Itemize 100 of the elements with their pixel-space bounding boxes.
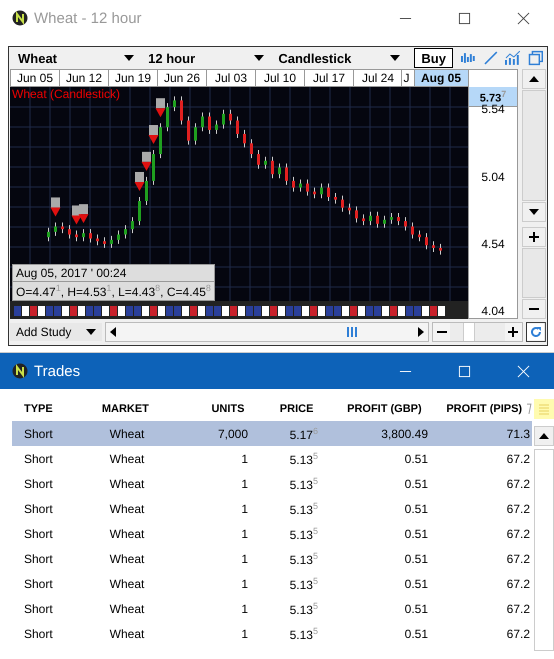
table-cell-text: 1 bbox=[240, 526, 249, 540]
trade-row[interactable]: Short Wheat 7,000 5.17$^{6}$ 3,800.49 71.3 bbox=[12, 421, 532, 446]
add-study-dropdown[interactable]: Add Study bbox=[10, 323, 102, 341]
time-scrollbar[interactable] bbox=[104, 322, 429, 342]
candlestick bbox=[376, 211, 379, 228]
scroll-down-button[interactable] bbox=[522, 202, 546, 222]
price-tick: 4.54 bbox=[480, 236, 506, 251]
candlestick bbox=[47, 227, 50, 242]
table-cell-text: Wheat bbox=[108, 626, 146, 640]
plus-icon[interactable] bbox=[508, 327, 518, 337]
candlestick bbox=[187, 116, 190, 146]
zoom-slider[interactable] bbox=[450, 323, 506, 341]
date-label: Jun 19 bbox=[108, 70, 157, 86]
date-label: Jul 03 bbox=[206, 70, 255, 86]
table-cell-text: Wheat bbox=[108, 452, 146, 466]
buy-button[interactable]: Buy bbox=[414, 48, 453, 68]
candlestick bbox=[418, 230, 421, 242]
trade-row[interactable]: Short Wheat 1 5.13$^{5}$ 0.51 67.2 bbox=[12, 621, 532, 646]
scroll-up-button[interactable] bbox=[534, 426, 554, 446]
table-cell-text: Short bbox=[23, 576, 54, 590]
table-cell-text: 1 bbox=[240, 502, 249, 516]
table-cell-text: Short bbox=[23, 526, 54, 540]
candlestick bbox=[432, 240, 435, 252]
line-icon[interactable] bbox=[482, 50, 498, 66]
trade-row[interactable]: Short Wheat 1 5.13$^{5}$ 0.51 67.2 bbox=[12, 471, 532, 496]
date-label: Jul 10 bbox=[255, 70, 304, 86]
zoom-in-button[interactable] bbox=[522, 227, 546, 247]
candlestick bbox=[264, 156, 267, 170]
column-header[interactable]: PROFIT (GBP) bbox=[317, 403, 426, 415]
column-header[interactable]: PRICE bbox=[248, 403, 318, 415]
sell-marker[interactable] bbox=[78, 204, 88, 224]
left-arrow-icon bbox=[110, 327, 116, 337]
candlestick bbox=[411, 222, 414, 240]
candlestick bbox=[166, 102, 169, 132]
table-cell-text: Short bbox=[23, 626, 54, 640]
date-label: Jun 26 bbox=[157, 70, 206, 86]
table-cell-text: Wheat bbox=[108, 552, 146, 566]
candlestick bbox=[313, 187, 316, 199]
column-header[interactable]: PROFIT (PIPS) bbox=[426, 403, 524, 415]
table-cell-text: 71.3 bbox=[506, 426, 531, 440]
trade-row[interactable]: Short Wheat 1 5.13$^{5}$ 0.51 67.2 bbox=[12, 571, 532, 596]
table-cell-text: 1 bbox=[240, 476, 249, 490]
column-header[interactable]: UNITS bbox=[180, 403, 248, 415]
table-cell-text: 1 bbox=[240, 602, 249, 616]
table-cell-text: 7,000 bbox=[216, 426, 249, 440]
candlestick bbox=[54, 222, 57, 236]
candlestick bbox=[89, 228, 92, 244]
candlestick bbox=[145, 176, 148, 206]
table-cell-text: 1 bbox=[240, 626, 249, 640]
table-cell-text: Wheat bbox=[108, 576, 146, 590]
sell-marker[interactable] bbox=[142, 152, 152, 171]
candlestick bbox=[383, 215, 386, 228]
maximize-icon[interactable] bbox=[458, 12, 471, 24]
trade-row[interactable]: Short Wheat 1 5.13$^{5}$ 0.51 67.2 bbox=[12, 496, 532, 521]
close-icon[interactable] bbox=[517, 12, 530, 24]
grip-icon[interactable] bbox=[346, 327, 358, 337]
app-logo-icon bbox=[12, 10, 28, 26]
bar-chart-icon[interactable] bbox=[460, 50, 476, 66]
table-cell-text: Short bbox=[23, 476, 54, 490]
table-cell-text: 5.13$^{5}$ bbox=[288, 576, 319, 592]
scroll-track[interactable] bbox=[534, 449, 554, 651]
candlestick bbox=[341, 195, 344, 212]
sell-marker[interactable] bbox=[134, 172, 144, 191]
candlestick bbox=[327, 183, 330, 202]
candlestick bbox=[390, 212, 393, 224]
table-cell-text: Wheat bbox=[108, 426, 146, 440]
table-cell-text: 5.13$^{5}$ bbox=[288, 476, 319, 492]
zoom-thumb[interactable] bbox=[463, 323, 476, 341]
candlestick bbox=[250, 138, 253, 159]
sell-marker[interactable] bbox=[148, 125, 158, 144]
sell-marker[interactable] bbox=[156, 98, 166, 118]
sell-marker[interactable] bbox=[50, 197, 60, 216]
trade-row[interactable]: Short Wheat 1 5.13$^{5}$ 0.51 67.2 bbox=[12, 521, 532, 546]
candlestick bbox=[194, 122, 197, 146]
windows-icon[interactable] bbox=[528, 50, 544, 66]
table-cell-text: 1 bbox=[240, 576, 249, 590]
app-logo-icon bbox=[12, 363, 28, 379]
date-label: J bbox=[400, 70, 410, 86]
trade-row[interactable]: Short Wheat 1 5.13$^{5}$ 0.51 67.2 bbox=[12, 596, 532, 621]
candlestick bbox=[236, 116, 239, 138]
up-arrow-icon bbox=[529, 76, 539, 82]
candlestick bbox=[215, 120, 218, 134]
table-cell-text: 0.51 bbox=[404, 476, 429, 490]
trade-row[interactable]: Short Wheat 1 5.13$^{5}$ 0.51 67.2 bbox=[12, 446, 532, 471]
down-arrow-icon bbox=[529, 209, 539, 215]
zoom-out-button[interactable] bbox=[522, 299, 546, 319]
candlestick bbox=[397, 212, 400, 226]
candlestick bbox=[131, 216, 134, 234]
table-cell-text: Short bbox=[23, 426, 54, 440]
price-tick: 4.04 bbox=[480, 304, 506, 318]
candlestick bbox=[425, 232, 428, 250]
trade-row[interactable]: Short Wheat 1 5.13$^{5}$ 0.51 67.2 bbox=[12, 546, 532, 571]
table-cell-text: 0.51 bbox=[404, 602, 429, 616]
scroll-up-button[interactable] bbox=[522, 69, 546, 89]
chart-icon[interactable] bbox=[505, 50, 522, 66]
reset-icon[interactable] bbox=[526, 322, 546, 342]
table-cell-text: 1 bbox=[240, 452, 249, 466]
table-cell-text: 1 bbox=[240, 552, 249, 566]
column-header[interactable]: MARKET bbox=[71, 403, 180, 415]
column-header[interactable]: TYPE bbox=[12, 403, 72, 415]
